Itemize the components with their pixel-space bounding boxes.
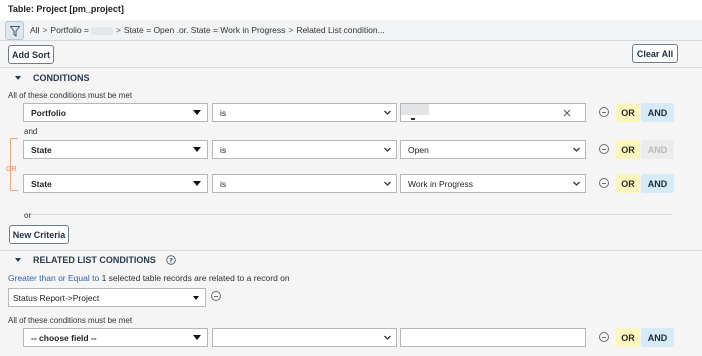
add-sort-button[interactable]: Add Sort <box>8 45 54 64</box>
related-field-value: -- choose field -- <box>31 332 97 343</box>
redacted-value <box>401 104 429 115</box>
condition-operator-select[interactable]: is <box>212 140 397 159</box>
divider <box>0 250 702 251</box>
and-button[interactable]: AND <box>641 103 674 122</box>
conditions-toggle[interactable]: CONDITIONS <box>15 73 90 83</box>
condition-operator-select[interactable]: is <box>212 174 397 193</box>
remove-condition-icon[interactable] <box>599 332 609 342</box>
breadcrumb-item-all[interactable]: All <box>30 25 39 35</box>
condition-operator-select[interactable]: is <box>212 103 397 122</box>
condition-field-select[interactable]: Portfolio <box>23 103 208 122</box>
chevron-down-icon <box>384 110 391 115</box>
condition-field-value: Portfolio <box>31 107 66 118</box>
filter-icon[interactable] <box>5 21 24 40</box>
redacted-value <box>90 26 113 35</box>
breadcrumb-bar: All > Portfolio = > State = Open .or. State … <box>0 20 702 41</box>
condition-operator-value: is <box>220 144 227 155</box>
related-description: Greater than or Equal to 1 selected tabl… <box>8 273 290 283</box>
breadcrumb-item-portfolio[interactable]: Portfolio = <box>50 25 89 35</box>
breadcrumb-separator: > <box>288 25 294 35</box>
remove-condition-icon[interactable] <box>599 178 609 188</box>
remove-condition-icon[interactable] <box>599 144 609 154</box>
or-connector: or <box>24 211 32 220</box>
conditions-heading: CONDITIONS <box>33 73 90 83</box>
breadcrumb-separator: > <box>115 25 121 35</box>
help-icon[interactable]: ? <box>166 255 176 265</box>
chevron-down-icon <box>384 181 391 186</box>
related-note: All of these conditions must be met <box>8 316 133 325</box>
condition-value-text: Work in Progress <box>408 178 474 189</box>
related-description-text: 1 selected table records are related to … <box>101 273 290 283</box>
filter-panel <box>0 41 702 356</box>
caret-down-icon <box>193 147 201 152</box>
and-button-disabled: AND <box>641 140 674 159</box>
condition-field-select[interactable]: State <box>23 174 208 193</box>
or-bracket-label: OR <box>6 166 17 173</box>
condition-field-value: State <box>31 144 52 155</box>
related-field-select[interactable]: -- choose field -- <box>23 328 208 347</box>
related-operator-select[interactable] <box>212 328 397 347</box>
caret-down-icon <box>15 76 21 80</box>
or-button[interactable]: OR <box>616 140 640 159</box>
condition-operator-value: is <box>220 178 227 189</box>
caret-down-icon <box>193 335 201 340</box>
chevron-down-icon <box>384 335 391 340</box>
caret-down-icon <box>193 181 201 186</box>
caret-down-icon <box>193 110 201 115</box>
condition-value-text: Open <box>408 144 429 155</box>
condition-value-select[interactable]: Open <box>400 140 586 159</box>
related-count-link[interactable]: Greater than or Equal to <box>8 273 99 283</box>
breadcrumb-item-related[interactable]: Related List condition... <box>296 25 384 35</box>
divider <box>0 67 702 68</box>
or-button[interactable]: OR <box>616 174 640 193</box>
chevron-down-icon <box>384 147 391 152</box>
text-cursor <box>411 118 415 120</box>
breadcrumb-item-state[interactable]: State = Open .or. State = Work in Progre… <box>124 25 285 35</box>
or-button[interactable]: OR <box>616 103 640 122</box>
window-title: Table: Project [pm_project] <box>8 4 124 14</box>
related-value-input[interactable] <box>400 328 586 347</box>
clear-icon[interactable] <box>563 109 571 117</box>
and-connector: and <box>24 127 38 136</box>
chevron-down-icon <box>573 147 580 152</box>
chevron-down-icon <box>573 181 580 186</box>
new-criteria-button[interactable]: New Criteria <box>9 225 69 244</box>
remove-related-icon[interactable] <box>211 291 221 301</box>
related-list-select[interactable]: Status Report->Project <box>8 288 206 307</box>
related-list-value: Status Report->Project <box>13 292 100 303</box>
breadcrumb: All > Portfolio = > State = Open .or. State … <box>30 25 385 35</box>
remove-condition-icon[interactable] <box>599 107 609 117</box>
breadcrumb-separator: > <box>42 25 48 35</box>
clear-all-button[interactable]: Clear All <box>632 44 678 63</box>
conditions-note: All of these conditions must be met <box>8 91 133 100</box>
related-conditions-heading: RELATED LIST CONDITIONS <box>33 255 156 265</box>
svg-text:?: ? <box>169 256 173 264</box>
caret-down-icon <box>15 258 21 262</box>
condition-value-input[interactable] <box>400 103 586 122</box>
caret-down-icon <box>193 296 199 300</box>
condition-field-value: State <box>31 178 52 189</box>
or-bracket <box>10 138 18 191</box>
divider <box>23 214 673 215</box>
related-conditions-toggle[interactable]: RELATED LIST CONDITIONS ? <box>15 255 176 265</box>
and-button[interactable]: AND <box>641 174 674 193</box>
and-button[interactable]: AND <box>641 328 674 347</box>
condition-field-select[interactable]: State <box>23 140 208 159</box>
condition-operator-value: is <box>220 107 227 118</box>
condition-value-select[interactable]: Work in Progress <box>400 174 586 193</box>
or-button[interactable]: OR <box>616 328 640 347</box>
